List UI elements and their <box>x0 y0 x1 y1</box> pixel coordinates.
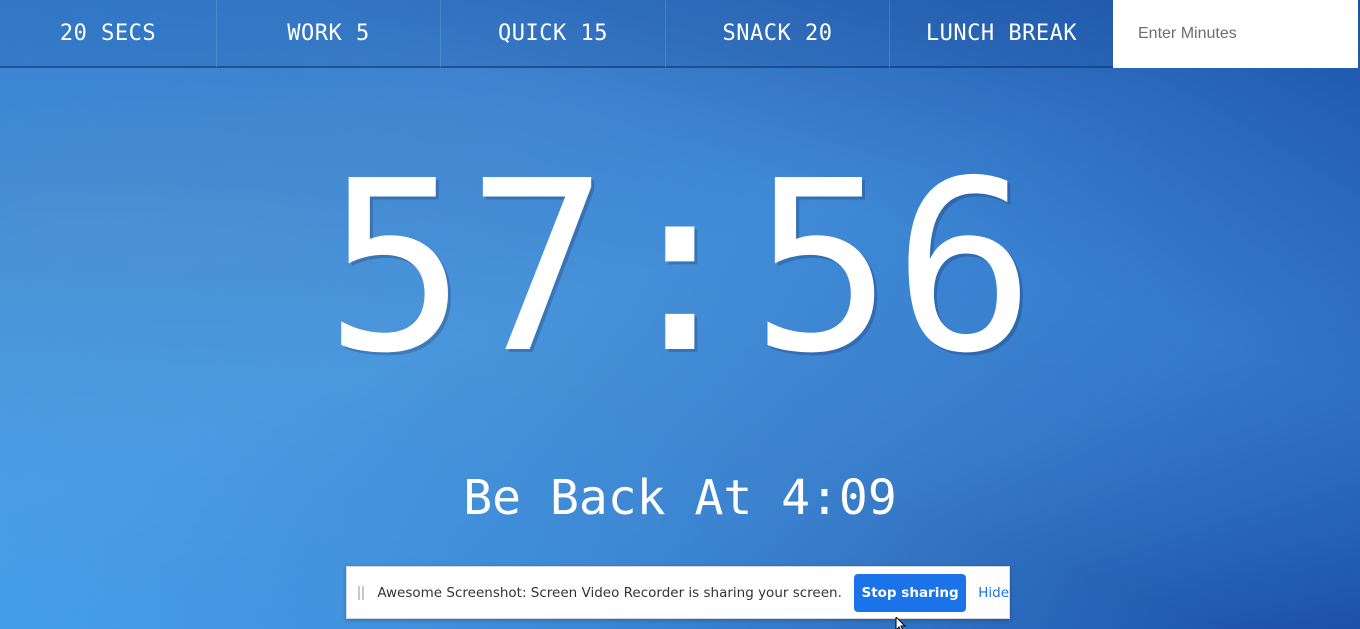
preset-quick-15-button[interactable]: QUICK 15 <box>441 0 666 68</box>
preset-lunch-break-button[interactable]: LUNCH BREAK <box>890 0 1113 68</box>
countdown-display: 57:56 <box>324 130 1036 405</box>
be-back-at-text: Be Back At 4:09 <box>463 470 897 526</box>
enter-minutes-input[interactable] <box>1113 0 1358 68</box>
hide-link[interactable]: Hide <box>978 585 1009 601</box>
screen-sharing-notification-bar: Awesome Screenshot: Screen Video Recorde… <box>346 566 1010 619</box>
drag-handle-icon[interactable] <box>358 585 365 600</box>
stop-sharing-button[interactable]: Stop sharing <box>853 573 967 612</box>
preset-bar: 20 SECS WORK 5 QUICK 15 SNACK 20 LUNCH B… <box>0 0 1360 68</box>
preset-work-5-button[interactable]: WORK 5 <box>217 0 441 68</box>
preset-20-secs-button[interactable]: 20 SECS <box>0 0 217 68</box>
mouse-pointer-icon <box>895 617 907 629</box>
preset-snack-20-button[interactable]: SNACK 20 <box>666 0 890 68</box>
sharing-message: Awesome Screenshot: Screen Video Recorde… <box>377 584 842 601</box>
